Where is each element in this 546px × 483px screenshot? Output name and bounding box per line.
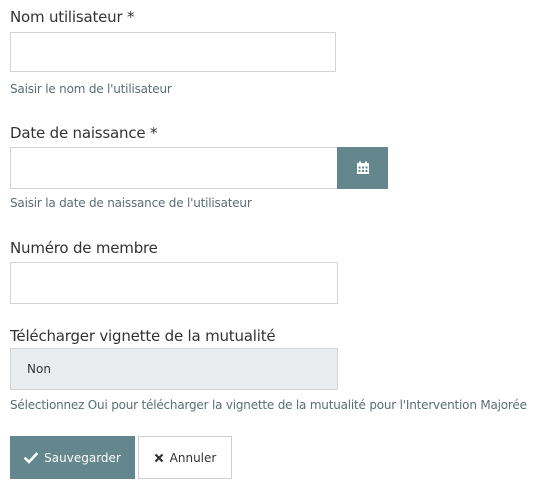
member-number-input[interactable]	[10, 262, 338, 304]
download-vignette-selected: Non	[27, 362, 51, 376]
download-vignette-label: Télécharger vignette de la mutualité	[10, 327, 276, 345]
birthdate-label: Date de naissance *	[10, 124, 158, 142]
download-vignette-select[interactable]: Non	[10, 348, 338, 390]
check-icon	[24, 451, 39, 464]
save-button-label: Sauvegarder	[44, 450, 121, 465]
save-button[interactable]: Sauvegarder	[10, 436, 135, 479]
calendar-button[interactable]	[337, 147, 388, 189]
close-icon	[154, 453, 163, 462]
download-vignette-help: Sélectionnez Oui pour télécharger la vig…	[10, 398, 527, 412]
birthdate-input[interactable]	[10, 147, 338, 189]
username-help: Saisir le nom de l'utilisateur	[10, 82, 172, 96]
username-input[interactable]	[10, 32, 336, 72]
calendar-icon	[356, 161, 369, 174]
member-number-label: Numéro de membre	[10, 239, 158, 257]
birthdate-help: Saisir la date de naissance de l'utilisa…	[10, 196, 252, 210]
cancel-button[interactable]: Annuler	[138, 436, 232, 479]
user-form: Nom utilisateur * Saisir le nom de l'uti…	[0, 0, 546, 483]
cancel-button-label: Annuler	[169, 450, 217, 465]
username-label: Nom utilisateur *	[10, 8, 135, 26]
